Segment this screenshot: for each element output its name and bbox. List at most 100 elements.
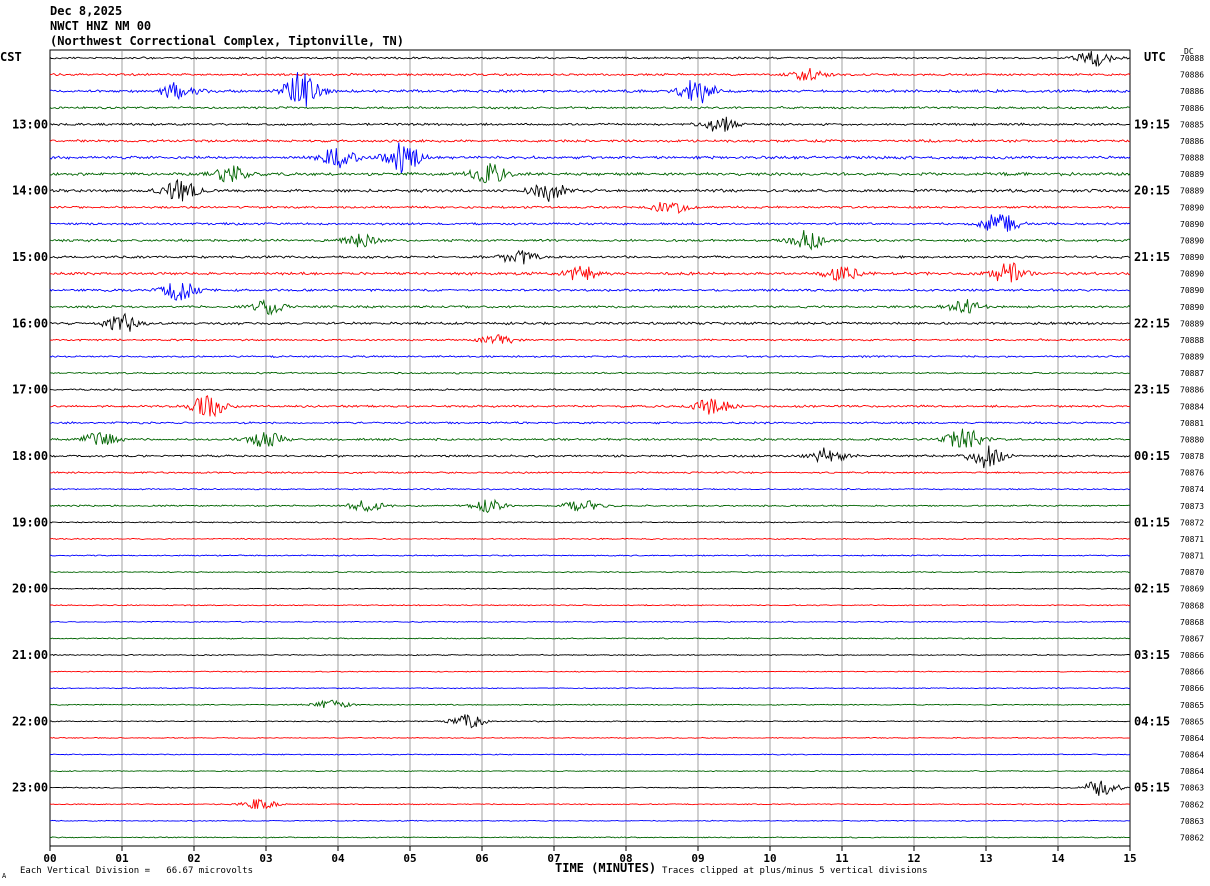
trace-33 — [49, 604, 1131, 607]
trace-9 — [49, 201, 1131, 215]
trace-42 — [49, 753, 1131, 756]
dc-value: 70869 — [1180, 585, 1204, 594]
trace-40 — [50, 714, 1130, 729]
left-hour-label: 17:00 — [12, 383, 48, 397]
dc-value: 70889 — [1180, 170, 1204, 179]
dc-value: 70868 — [1180, 618, 1204, 627]
trace-22 — [50, 421, 1131, 425]
trace-13 — [49, 262, 1131, 283]
trace-1 — [49, 67, 1131, 82]
x-tick-label: 11 — [835, 852, 849, 865]
dc-value: 70888 — [1180, 154, 1204, 163]
trace-8 — [49, 178, 1131, 202]
dc-value: 70890 — [1180, 236, 1204, 245]
trace-47 — [49, 836, 1131, 839]
dc-value: 70890 — [1180, 220, 1204, 229]
dc-value: 70886 — [1180, 87, 1204, 96]
left-hour-label: 23:00 — [12, 781, 48, 795]
trace-28 — [49, 521, 1131, 524]
trace-24 — [49, 445, 1131, 469]
trace-29 — [49, 537, 1131, 541]
dc-value: 70888 — [1180, 336, 1204, 345]
dc-value: 70888 — [1180, 54, 1204, 63]
right-hour-label: 22:15 — [1134, 316, 1170, 330]
trace-3 — [49, 105, 1131, 110]
left-hour-label: 18:00 — [12, 449, 48, 463]
dc-value: 70874 — [1180, 485, 1204, 494]
x-tick-label: 02 — [187, 852, 200, 865]
trace-25 — [49, 471, 1131, 475]
dc-value: 70866 — [1180, 684, 1204, 693]
dc-value: 70889 — [1180, 187, 1204, 196]
trace-41 — [49, 736, 1131, 739]
dc-value: 70890 — [1180, 270, 1204, 279]
x-tick-label: 15 — [1123, 852, 1136, 865]
trace-6 — [49, 142, 1131, 174]
dc-value: 70890 — [1180, 253, 1204, 262]
x-tick-label: 01 — [115, 852, 129, 865]
trace-27 — [49, 498, 1131, 514]
dc-value: 70873 — [1180, 502, 1204, 511]
dc-value: 70867 — [1180, 634, 1204, 643]
right-hour-label: 21:15 — [1134, 250, 1170, 264]
right-hour-label: 03:15 — [1134, 648, 1170, 662]
trace-0 — [49, 50, 1131, 67]
dc-value: 70866 — [1180, 651, 1204, 660]
dc-value: 70871 — [1180, 535, 1204, 544]
trace-36 — [50, 653, 1131, 657]
trace-21 — [49, 395, 1131, 418]
trace-7 — [49, 163, 1131, 184]
trace-35 — [49, 637, 1131, 640]
trace-15 — [49, 298, 1131, 316]
right-hour-label: 02:15 — [1134, 582, 1170, 596]
right-hour-label: 19:15 — [1134, 117, 1170, 131]
dc-value: 70864 — [1180, 767, 1204, 776]
left-hour-label: 21:00 — [12, 648, 48, 662]
trace-45 — [49, 798, 1131, 810]
left-hour-label: 22:00 — [12, 714, 48, 728]
trace-4 — [49, 116, 1131, 132]
trace-37 — [50, 670, 1131, 673]
right-hour-label: 05:15 — [1134, 781, 1170, 795]
trace-16 — [49, 312, 1131, 332]
trace-11 — [49, 230, 1131, 251]
dc-value: 70884 — [1180, 402, 1204, 411]
dc-value: 70887 — [1180, 369, 1204, 378]
dc-value: 70871 — [1180, 552, 1204, 561]
dc-value: 70886 — [1180, 386, 1204, 395]
trace-26 — [49, 487, 1131, 491]
x-tick-label: 09 — [691, 852, 704, 865]
dc-value: 70886 — [1180, 137, 1204, 146]
right-hour-label: 01:15 — [1134, 515, 1170, 529]
right-hour-label: 00:15 — [1134, 449, 1170, 463]
x-tick-label: 05 — [403, 852, 416, 865]
clip-note: Traces clipped at plus/minus 5 vertical … — [662, 866, 928, 876]
dc-value: 70880 — [1180, 435, 1204, 444]
dc-value: 70876 — [1180, 469, 1204, 478]
dc-value: 70872 — [1180, 518, 1204, 527]
trace-44 — [49, 780, 1131, 796]
left-hour-label: 16:00 — [12, 316, 48, 330]
trace-19 — [49, 371, 1131, 375]
right-hour-label: 04:15 — [1134, 714, 1170, 728]
dc-value: 70863 — [1180, 817, 1204, 826]
x-tick-label: 00 — [43, 852, 56, 865]
dc-value: 70870 — [1180, 568, 1204, 577]
left-hour-label: 19:00 — [12, 515, 48, 529]
dc-value: 70890 — [1180, 286, 1204, 295]
x-tick-label: 03 — [259, 852, 272, 865]
dc-value: 70864 — [1180, 734, 1204, 743]
trace-18 — [49, 355, 1131, 359]
footer-mark: A — [2, 872, 7, 880]
trace-2 — [49, 72, 1131, 107]
trace-5 — [49, 138, 1131, 144]
right-hour-label: 20:15 — [1134, 184, 1170, 198]
left-hour-label: 13:00 — [12, 117, 48, 131]
dc-value: 70868 — [1180, 601, 1204, 610]
trace-23 — [49, 428, 1131, 448]
trace-31 — [49, 570, 1131, 574]
trace-34 — [49, 620, 1131, 623]
dc-value: 70889 — [1180, 319, 1204, 328]
dc-value: 70878 — [1180, 452, 1204, 461]
scale-note: Each Vertical Division = 66.67 microvolt… — [20, 866, 253, 876]
